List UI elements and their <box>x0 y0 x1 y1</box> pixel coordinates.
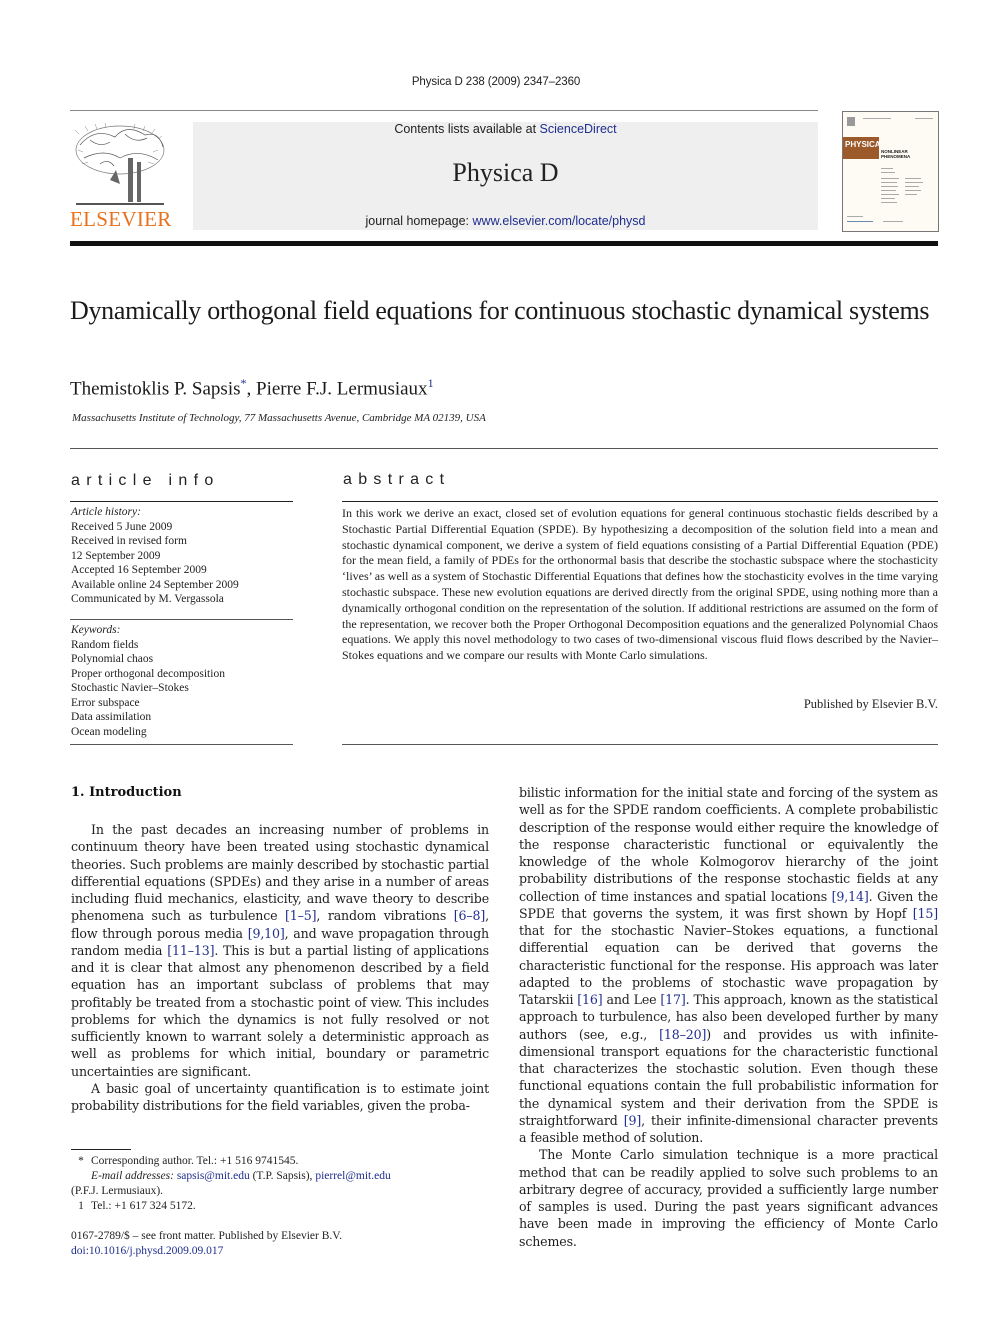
paragraph: In the past decades an increasing number… <box>71 821 489 1080</box>
header-thick-rule <box>70 241 938 246</box>
body-column-right: bilistic information for the initial sta… <box>519 784 938 1250</box>
keyword-item: Proper orthogonal decomposition <box>71 667 225 680</box>
footnotes: * Corresponding author. Tel.: +1 516 9741… <box>71 1154 491 1214</box>
divider <box>70 744 293 745</box>
author-list: Themistoklis P. Sapsis*, Pierre F.J. Ler… <box>70 376 434 400</box>
header-divider <box>70 110 818 111</box>
journal-name: Physica D <box>452 158 559 187</box>
sciencedirect-link[interactable]: ScienceDirect <box>540 122 617 136</box>
journal-banner: Contents lists available at ScienceDirec… <box>193 122 818 230</box>
issn-line: 0167-2789/$ – see front matter. Publishe… <box>71 1230 342 1242</box>
body-column-left: In the past decades an increasing number… <box>71 821 489 1114</box>
paragraph: The Monte Carlo simulation technique is … <box>519 1147 938 1249</box>
email-label: E-mail addresses: <box>91 1170 177 1182</box>
text-run: , random vibrations <box>316 908 454 924</box>
keyword-item: Error subspace <box>71 696 140 709</box>
cover-band: PHYSICA <box>843 137 881 159</box>
tree-icon <box>74 122 165 205</box>
keywords: Keywords: Random fields Polynomial chaos… <box>71 623 293 739</box>
footnote-star: * <box>78 1155 84 1167</box>
text-run: A basic goal of uncertainty quantificati… <box>71 1080 489 1113</box>
footnote-text: Tel.: +1 617 324 5172. <box>91 1200 196 1212</box>
author-separator: , <box>246 378 256 400</box>
divider <box>70 448 938 449</box>
keyword-item: Data assimilation <box>71 711 152 723</box>
text-run: bilistic information for the initial sta… <box>519 785 938 904</box>
email-link-sapsis[interactable]: sapsis@mit.edu <box>177 1170 250 1182</box>
email-owner: (P.F.J. Lermusiaux). <box>71 1185 164 1197</box>
article-history: Article history: Received 5 June 2009 Re… <box>71 505 293 607</box>
footnote-emails: E-mail addresses: sapsis@mit.edu (T.P. S… <box>71 1169 491 1184</box>
doi-link[interactable]: doi:10.1016/j.physd.2009.09.017 <box>71 1245 223 1257</box>
footnote-corresponding: * Corresponding author. Tel.: +1 516 9741… <box>71 1154 491 1169</box>
text-run: and Lee <box>602 992 661 1007</box>
keyword-item: Ocean modeling <box>71 725 147 738</box>
keyword-item: Polynomial chaos <box>71 653 154 665</box>
history-item: Received 5 June 2009 <box>71 520 173 533</box>
keyword-item: Stochastic Navier–Stokes <box>71 682 189 694</box>
history-item: Communicated by M. Vergassola <box>71 593 224 605</box>
homepage-line: journal homepage: www.elsevier.com/locat… <box>193 214 818 228</box>
keyword-item: Random fields <box>71 638 139 651</box>
email-owner: (T.P. Sapsis), <box>249 1170 316 1182</box>
citation-link[interactable]: [9] <box>624 1113 642 1128</box>
homepage-prefix: journal homepage: <box>365 214 473 228</box>
paragraph-continued: bilistic information for the initial sta… <box>519 784 938 1146</box>
keywords-label: Keywords: <box>71 624 121 636</box>
divider <box>342 744 938 745</box>
footnote-text: Corresponding author. Tel.: +1 516 97415… <box>91 1155 299 1167</box>
article-title: Dynamically orthogonal field equations f… <box>70 296 930 325</box>
citation-link[interactable]: [6–8] <box>454 908 486 923</box>
elsevier-logo: ELSEVIER <box>70 120 180 232</box>
homepage-link[interactable]: www.elsevier.com/locate/physd <box>473 214 646 228</box>
elsevier-wordmark: ELSEVIER <box>70 207 172 231</box>
author-name: Pierre F.J. Lermusiaux <box>256 378 428 400</box>
history-item: Accepted 16 September 2009 <box>71 564 207 576</box>
citation-link[interactable]: [17] <box>660 992 685 1007</box>
citation-link[interactable]: [16] <box>577 992 602 1007</box>
affiliation: Massachusetts Institute of Technology, 7… <box>72 412 486 424</box>
citation-link[interactable]: [11–13] <box>167 943 214 958</box>
history-item: 12 September 2009 <box>71 549 161 562</box>
divider <box>70 619 293 620</box>
cover-subtitle: NONLINEAR PHENOMENA <box>881 149 911 159</box>
abstract-text: In this work we derive an exact, closed … <box>342 506 938 663</box>
footnote-mark[interactable]: 1 <box>428 376 434 390</box>
footnote-number: 1 <box>78 1200 84 1212</box>
history-label: Article history: <box>71 506 141 518</box>
contents-line: Contents lists available at ScienceDirec… <box>193 122 818 136</box>
abstract-heading: abstract <box>343 471 451 488</box>
cover-title: PHYSICA <box>845 140 881 149</box>
copyright-block: 0167-2789/$ – see front matter. Publishe… <box>71 1229 342 1259</box>
email-link-lermusiaux[interactable]: pierrel@mit.edu <box>315 1170 390 1182</box>
journal-cover-thumbnail: PHYSICA NONLINEAR PHENOMENA <box>842 111 939 232</box>
footnote-1: 1 Tel.: +1 617 324 5172. <box>71 1199 491 1214</box>
running-head: Physica D 238 (2009) 2347–2360 <box>411 76 581 88</box>
citation-link[interactable]: [9,14] <box>832 889 869 904</box>
citation-link[interactable]: [15] <box>913 906 938 921</box>
citation-link[interactable]: [1–5] <box>285 908 317 923</box>
divider <box>70 501 293 502</box>
text-run: . This is but a partial listing of appli… <box>71 942 489 1079</box>
contents-prefix: Contents lists available at <box>394 122 540 136</box>
paragraph: A basic goal of uncertainty quantificati… <box>71 1080 489 1115</box>
abstract-publisher: Published by Elsevier B.V. <box>803 697 938 711</box>
footnote-divider <box>71 1149 131 1150</box>
history-item: Available online 24 September 2009 <box>71 578 239 591</box>
citation-link[interactable]: [18–20] <box>659 1027 706 1042</box>
article-info-heading: article info <box>71 472 220 489</box>
author-name: Themistoklis P. Sapsis <box>70 378 241 400</box>
divider <box>342 501 938 502</box>
history-item: Received in revised form <box>71 535 187 547</box>
citation-link[interactable]: [9,10] <box>248 926 285 941</box>
section-heading: 1. Introduction <box>71 785 182 800</box>
